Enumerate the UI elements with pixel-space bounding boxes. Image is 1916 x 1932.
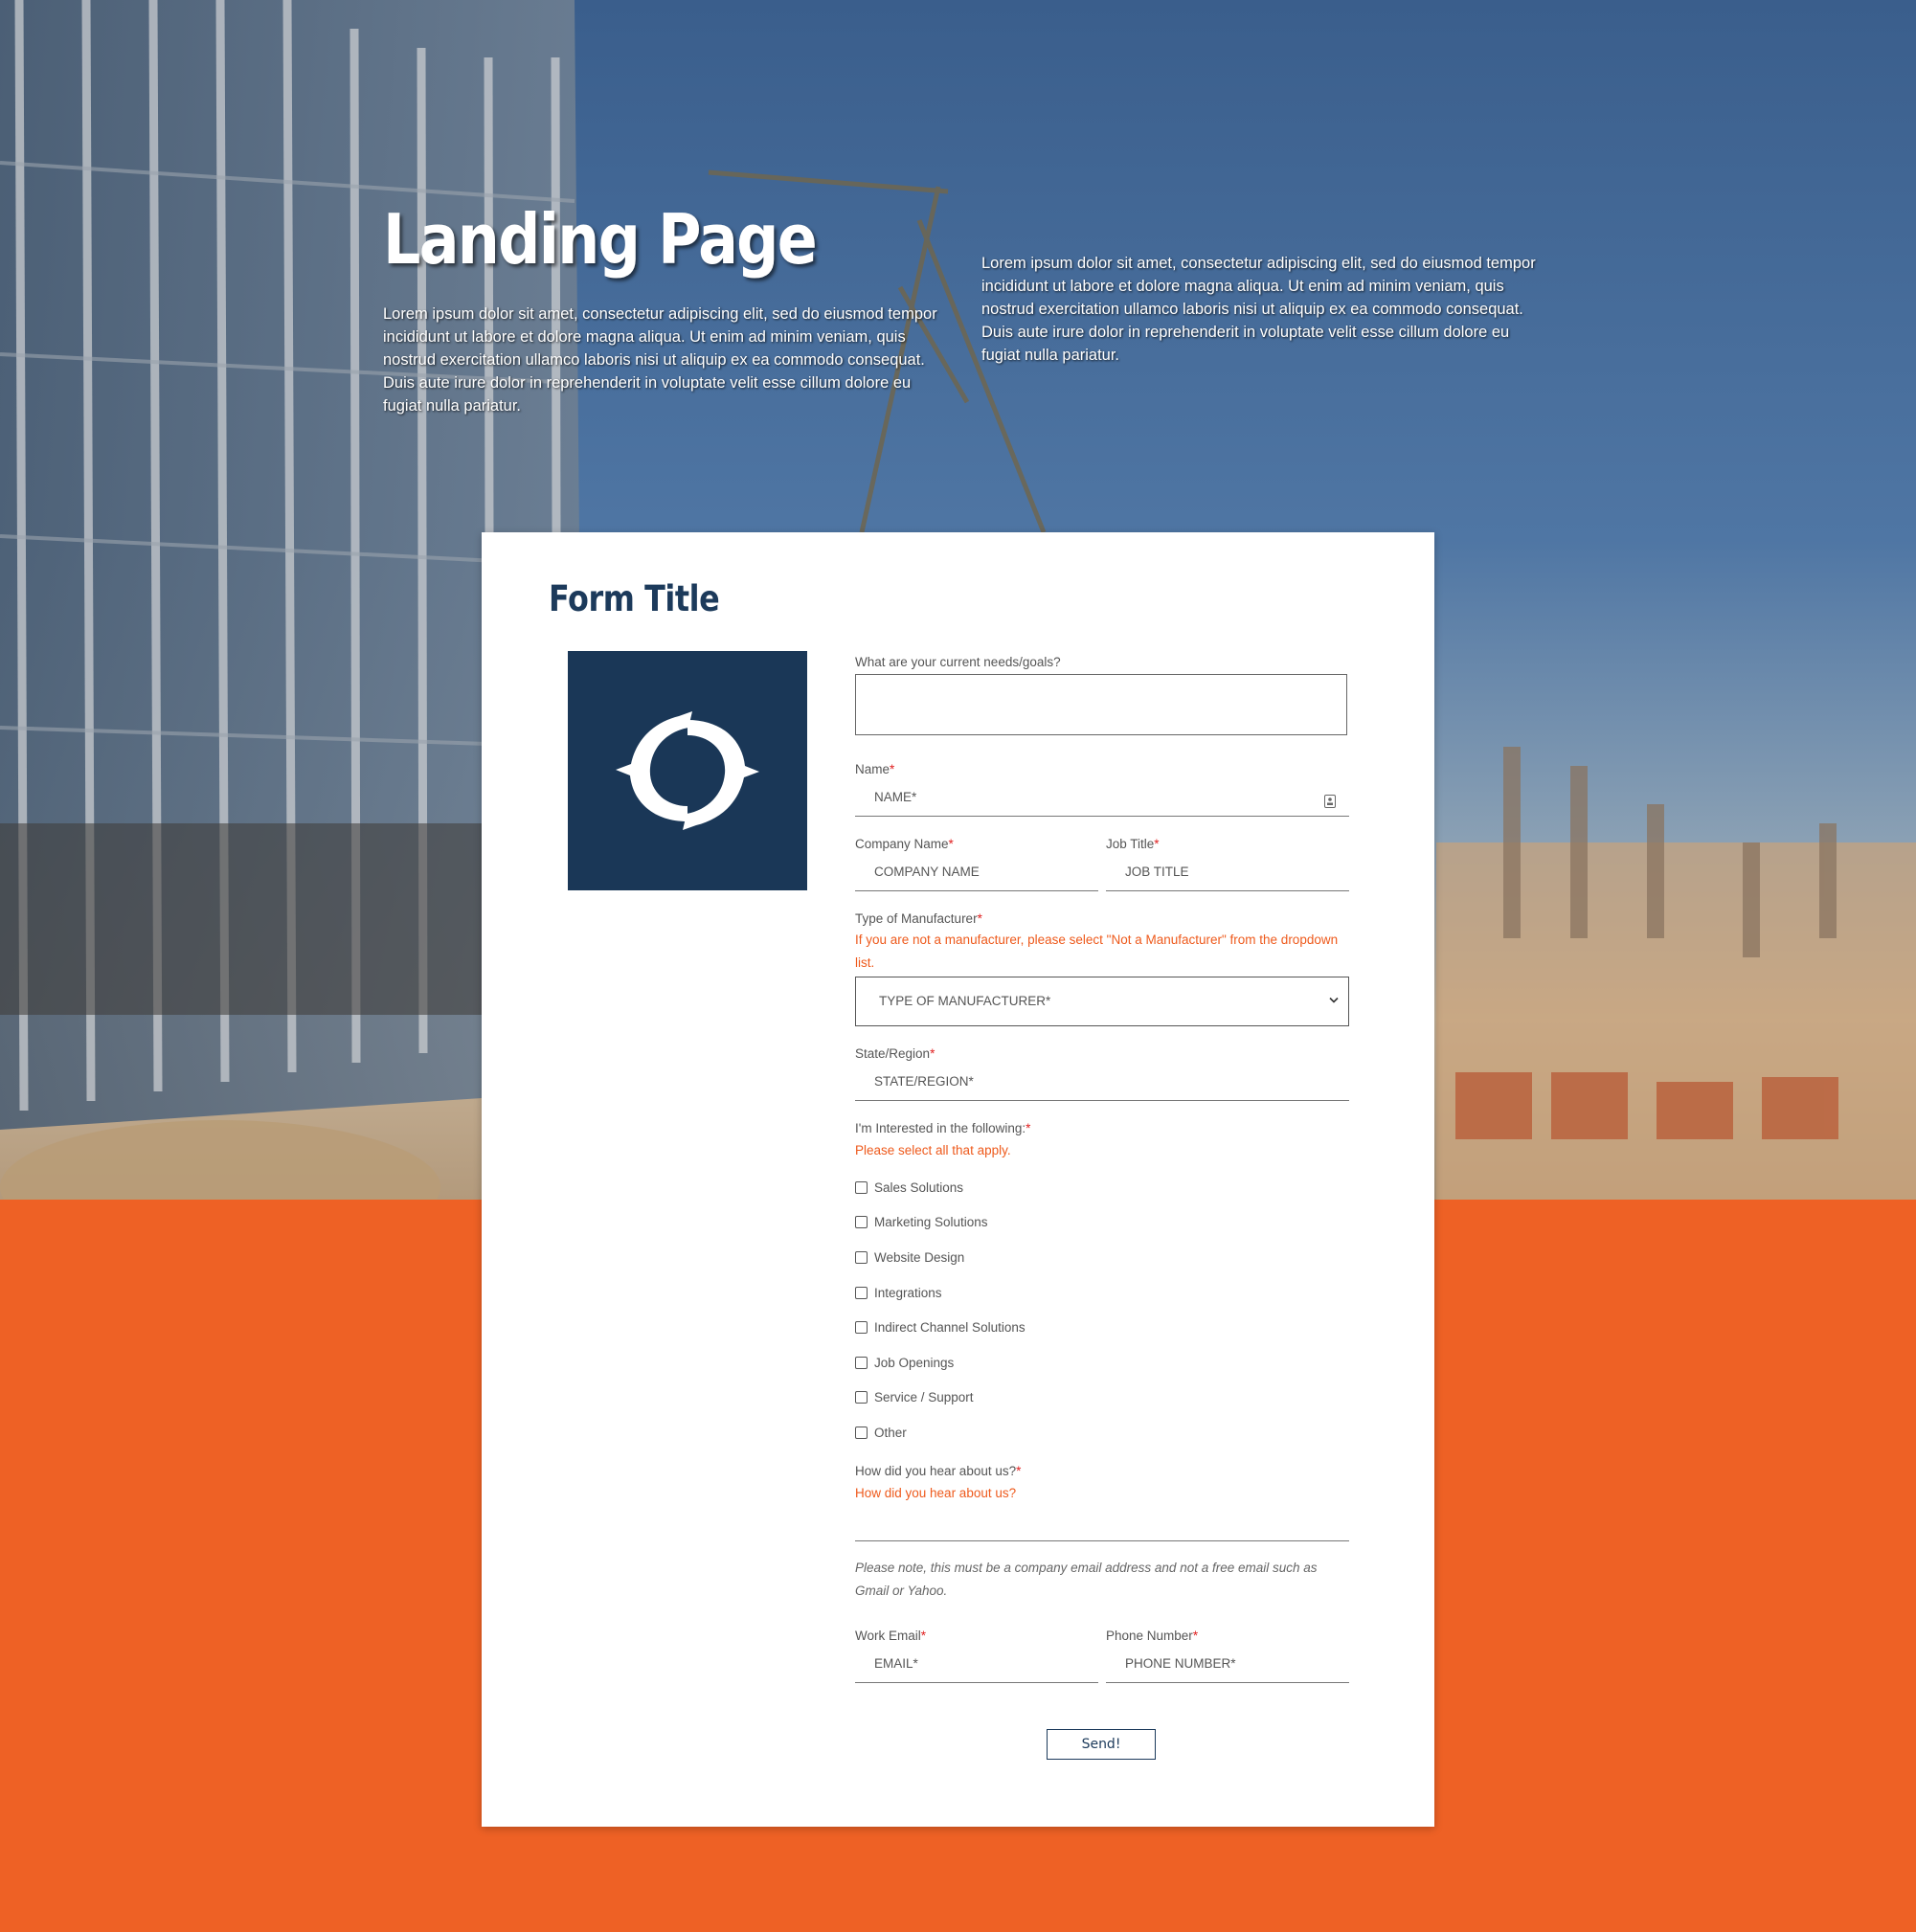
manufacturer-select[interactable]: TYPE OF MANUFACTURER* — [855, 977, 1349, 1026]
hear-about-input[interactable] — [855, 1503, 1349, 1541]
phone-input[interactable] — [1106, 1645, 1349, 1683]
interests-hint: Please select all that apply. — [855, 1143, 1011, 1157]
name-label: Name* — [855, 762, 895, 776]
checkbox[interactable] — [855, 1426, 868, 1439]
interest-checkbox-integrations[interactable]: Integrations — [855, 1283, 942, 1302]
checkbox[interactable] — [855, 1320, 868, 1334]
work-email-label: Work Email* — [855, 1629, 927, 1643]
manufacturer-hint: If you are not a manufacturer, please se… — [855, 932, 1339, 970]
logo-box — [568, 651, 807, 890]
company-label: Company Name* — [855, 837, 954, 851]
phone-label: Phone Number* — [1106, 1629, 1199, 1643]
job-title-input[interactable] — [1106, 853, 1349, 891]
checkbox[interactable] — [855, 1215, 868, 1228]
chevron-down-icon — [1329, 997, 1339, 1003]
send-button[interactable]: Send! — [1047, 1729, 1156, 1760]
interest-checkbox-website[interactable]: Website Design — [855, 1247, 964, 1267]
name-input[interactable] — [855, 778, 1349, 817]
interest-checkbox-sales[interactable]: Sales Solutions — [855, 1178, 963, 1197]
interest-checkbox-other[interactable]: Other — [855, 1423, 907, 1442]
checkbox[interactable] — [855, 1180, 868, 1194]
needs-label: What are your current needs/goals? — [855, 655, 1061, 669]
interest-checkbox-service-support[interactable]: Service / Support — [855, 1387, 974, 1406]
contact-card-icon[interactable] — [1324, 795, 1336, 808]
interest-checkbox-indirect-channel[interactable]: Indirect Channel Solutions — [855, 1317, 1026, 1337]
manufacturer-label: Type of Manufacturer* — [855, 911, 982, 926]
hero-intro-text-right: Lorem ipsum dolor sit amet, consectetur … — [981, 255, 1536, 364]
job-title-label: Job Title* — [1106, 837, 1160, 851]
form-title: Form Title — [549, 578, 720, 619]
checkbox[interactable] — [855, 1356, 868, 1369]
manufacturer-selected-value: TYPE OF MANUFACTURER* — [879, 994, 1051, 1008]
company-input[interactable] — [855, 853, 1098, 891]
state-label: State/Region* — [855, 1046, 935, 1061]
needs-textarea[interactable] — [855, 674, 1347, 735]
hear-about-label: How did you hear about us?* — [855, 1464, 1022, 1478]
circular-dolphins-logo-icon — [616, 711, 759, 830]
interests-label: I'm Interested in the following:* — [855, 1121, 1031, 1135]
work-email-input[interactable] — [855, 1645, 1098, 1683]
hero-intro-text-left: Lorem ipsum dolor sit amet, consectetur … — [383, 305, 937, 415]
checkbox[interactable] — [855, 1250, 868, 1264]
checkbox[interactable] — [855, 1286, 868, 1299]
form-card: Form Title What are your current needs/g… — [482, 532, 1434, 1827]
email-note: Please note, this must be a company emai… — [855, 1561, 1318, 1598]
checkbox[interactable] — [855, 1390, 868, 1404]
hero-title: Landing Page — [383, 199, 818, 280]
interest-checkbox-marketing[interactable]: Marketing Solutions — [855, 1212, 988, 1231]
hear-about-hint: How did you hear about us? — [855, 1486, 1017, 1500]
state-input[interactable] — [855, 1063, 1349, 1101]
interest-checkbox-job-openings[interactable]: Job Openings — [855, 1353, 954, 1372]
